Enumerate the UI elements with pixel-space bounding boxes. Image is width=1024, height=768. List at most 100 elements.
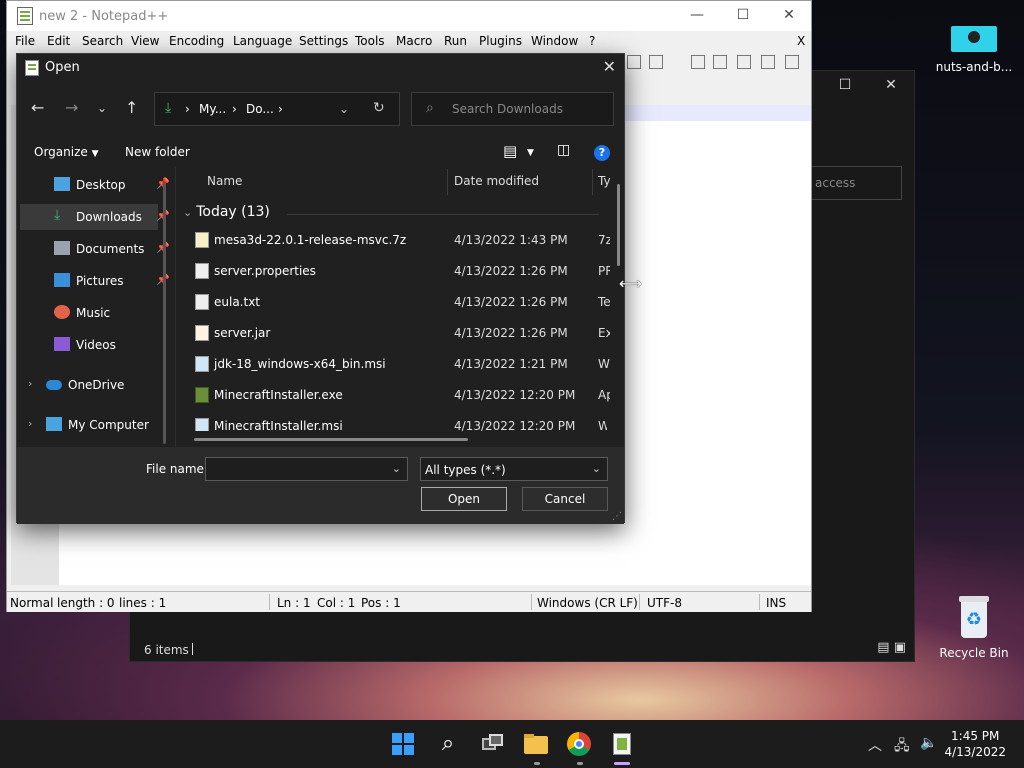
notepad-plus-plus-icon[interactable] bbox=[608, 730, 636, 758]
column-header-type[interactable]: Ty bbox=[598, 174, 611, 188]
recycle-bin[interactable]: ♻ Recycle Bin bbox=[934, 596, 1014, 660]
clock[interactable]: 1:45 PM 4/13/2022 bbox=[944, 728, 1006, 760]
help-icon[interactable]: ? bbox=[594, 145, 610, 161]
preview-pane-icon[interactable]: ◫ bbox=[557, 142, 570, 158]
sidebar-item-videos[interactable]: Videos bbox=[20, 332, 158, 358]
search-box[interactable]: ⌕ Search Downloads bbox=[411, 92, 614, 126]
navigation-scrollbar[interactable] bbox=[163, 182, 166, 444]
table-row[interactable]: server.jar 4/13/2022 1:26 PM Ex bbox=[177, 318, 610, 349]
table-row[interactable]: mesa3d-22.0.1-release-msvc.7z 4/13/2022 … bbox=[177, 225, 610, 256]
record-icon[interactable] bbox=[691, 55, 705, 69]
table-row[interactable]: MinecraftInstaller.exe 4/13/2022 12:20 P… bbox=[177, 380, 610, 411]
task-view-icon[interactable] bbox=[478, 730, 506, 758]
forward-arrow-icon[interactable]: → bbox=[65, 98, 78, 117]
table-row[interactable]: server.properties 4/13/2022 1:26 PM PR bbox=[177, 256, 610, 287]
sidebar-item-documents[interactable]: Documents 📌 bbox=[20, 236, 170, 262]
notepad-titlebar[interactable]: new 2 - Notepad++ — ☐ ✕ bbox=[7, 1, 811, 31]
close-document-button[interactable]: X bbox=[797, 34, 805, 48]
sidebar-item-music[interactable]: Music bbox=[20, 300, 158, 326]
up-arrow-icon[interactable]: ↑ bbox=[125, 98, 138, 117]
sidebar-item-label: My Computer bbox=[68, 418, 149, 432]
sidebar-item-my-computer[interactable]: › My Computer bbox=[20, 412, 158, 438]
stop-icon[interactable] bbox=[713, 55, 727, 69]
sidebar-item-desktop[interactable]: Desktop 📌 bbox=[20, 172, 170, 198]
menu-macro[interactable]: Macro bbox=[396, 34, 432, 48]
table-row[interactable]: eula.txt 4/13/2022 1:26 PM Te bbox=[177, 287, 610, 318]
menu-view[interactable]: View bbox=[131, 34, 159, 48]
minimize-icon[interactable]: — bbox=[674, 7, 720, 23]
view-mode-icons[interactable]: ▤ ▣ bbox=[877, 640, 906, 655]
recent-locations-chevron-icon[interactable]: ⌄ bbox=[97, 101, 107, 115]
table-row[interactable]: jdk-18_windows-x64_bin.msi 4/13/2022 1:2… bbox=[177, 349, 610, 380]
network-icon[interactable]: 🖧 bbox=[894, 735, 910, 759]
new-folder-button[interactable]: New folder bbox=[125, 145, 190, 159]
menu-file[interactable]: File bbox=[15, 34, 35, 48]
minecraft-grass-icon bbox=[195, 387, 209, 403]
vertical-scrollbar[interactable] bbox=[617, 184, 620, 266]
menu-edit[interactable]: Edit bbox=[47, 34, 70, 48]
file-type: Te bbox=[598, 295, 610, 309]
zoom-icon[interactable] bbox=[649, 55, 663, 69]
menu-tools[interactable]: Tools bbox=[355, 34, 385, 48]
column-separator[interactable] bbox=[447, 169, 448, 195]
search-icon[interactable]: ⌕ bbox=[434, 730, 462, 758]
sidebar-item-pictures[interactable]: Pictures 📌 bbox=[20, 268, 170, 294]
collapse-chevron-icon[interactable]: ⌄ bbox=[183, 206, 192, 219]
status-separator bbox=[639, 594, 640, 610]
view-list-icon[interactable]: ▤ bbox=[503, 142, 517, 160]
file-icon bbox=[195, 263, 209, 279]
chevron-up-icon[interactable]: ︿ bbox=[868, 735, 882, 755]
menu-encoding[interactable]: Encoding bbox=[169, 34, 224, 48]
table-row[interactable]: MinecraftInstaller.msi 4/13/2022 12:20 P… bbox=[177, 411, 607, 431]
menu-help[interactable]: ? bbox=[589, 34, 595, 48]
expand-chevron-icon[interactable]: › bbox=[28, 417, 32, 430]
chrome-icon[interactable] bbox=[565, 730, 593, 758]
folder-icon[interactable] bbox=[627, 55, 641, 69]
sidebar-item-downloads[interactable]: ⤓ Downloads 📌 bbox=[20, 204, 170, 230]
column-header-date[interactable]: Date modified bbox=[454, 174, 539, 188]
menu-plugins[interactable]: Plugins bbox=[479, 34, 522, 48]
chevron-down-icon[interactable]: ⌄ bbox=[392, 462, 401, 475]
file-explorer-icon[interactable] bbox=[522, 730, 550, 758]
maximize-icon[interactable]: ☐ bbox=[720, 7, 766, 23]
address-bar[interactable]: ⤓ › My... › Do... › ⌄ ↻ bbox=[154, 92, 400, 126]
organize-button[interactable]: Organize ▼ bbox=[34, 145, 99, 159]
desktop-shortcut[interactable]: nuts-and-b... bbox=[934, 26, 1014, 74]
file-name-input[interactable]: ⌄ bbox=[205, 457, 408, 481]
menu-window[interactable]: Window bbox=[531, 34, 578, 48]
windows-start-icon[interactable] bbox=[389, 730, 417, 758]
cancel-button[interactable]: Cancel bbox=[522, 487, 608, 511]
view-dropdown-icon[interactable]: ▼ bbox=[527, 148, 534, 158]
run-multiple-icon[interactable] bbox=[761, 55, 775, 69]
background-search-box[interactable]: access bbox=[810, 166, 902, 200]
close-icon[interactable]: ✕ bbox=[871, 77, 911, 93]
maximize-icon[interactable]: ☐ bbox=[825, 77, 865, 93]
horizontal-scrollbar[interactable] bbox=[194, 438, 468, 441]
volume-icon[interactable]: 🔈 bbox=[920, 735, 937, 751]
menu-search[interactable]: Search bbox=[82, 34, 123, 48]
group-header[interactable]: ⌄ Today (13) bbox=[183, 204, 270, 220]
back-arrow-icon[interactable]: ← bbox=[31, 98, 44, 117]
close-icon[interactable]: ✕ bbox=[603, 57, 616, 76]
file-type-select[interactable]: All types (*.*) ⌄ bbox=[420, 457, 608, 481]
column-header-name[interactable]: Name bbox=[207, 174, 242, 188]
close-icon[interactable]: ✕ bbox=[766, 7, 812, 23]
breadcrumb-my[interactable]: My... bbox=[199, 102, 226, 116]
breadcrumb-downloads[interactable]: Do... bbox=[246, 102, 274, 116]
resize-grip-icon[interactable]: ⋰ bbox=[612, 511, 622, 522]
refresh-icon[interactable]: ↻ bbox=[373, 100, 385, 116]
address-history-chevron-icon[interactable]: ⌄ bbox=[339, 102, 349, 116]
column-separator[interactable] bbox=[592, 169, 593, 195]
save-macro-icon[interactable] bbox=[785, 55, 799, 69]
open-button[interactable]: Open bbox=[421, 487, 507, 511]
play-icon[interactable] bbox=[737, 55, 751, 69]
status-lines: lines : 1 bbox=[119, 596, 167, 610]
dialog-titlebar[interactable]: Open ✕ bbox=[17, 54, 624, 82]
open-file-dialog[interactable]: Open ✕ ← → ⌄ ↑ ⤓ › My... › Do... › ⌄ ↻ ⌕… bbox=[16, 53, 625, 524]
expand-chevron-icon[interactable]: › bbox=[28, 377, 32, 390]
menu-language[interactable]: Language bbox=[233, 34, 292, 48]
sidebar-item-onedrive[interactable]: › OneDrive bbox=[20, 372, 158, 398]
notepad-app-icon bbox=[25, 60, 39, 76]
menu-settings[interactable]: Settings bbox=[299, 34, 348, 48]
menu-run[interactable]: Run bbox=[444, 34, 467, 48]
